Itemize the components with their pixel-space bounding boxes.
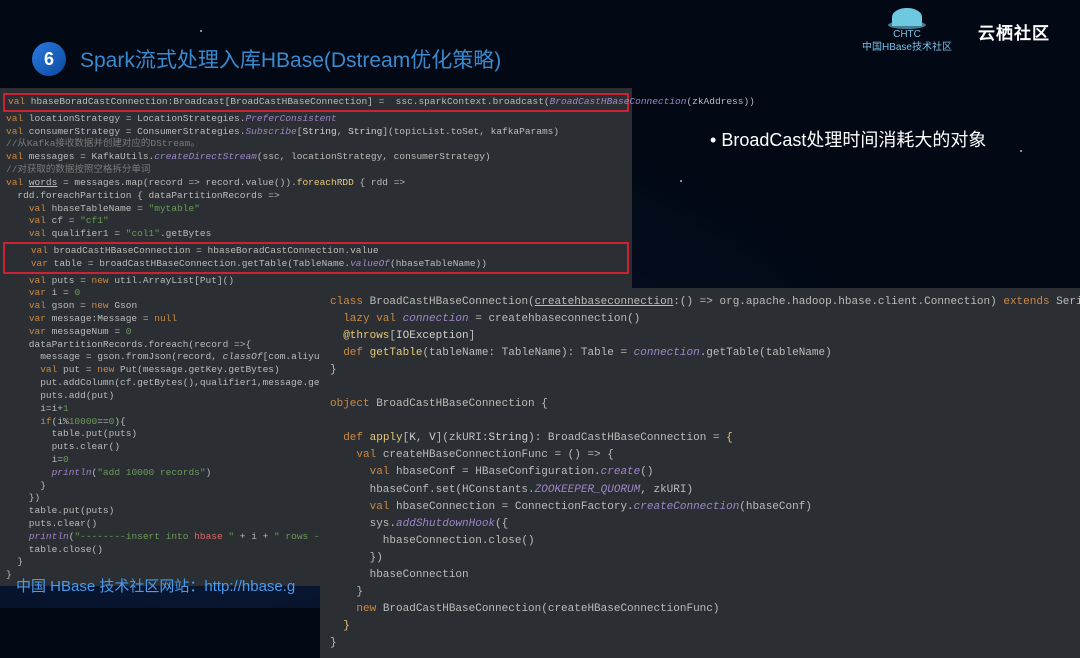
slide-heading: 6 Spark流式处理入库HBase(Dstream优化策略) <box>32 42 501 76</box>
highlight-box-1: val hbaseBoradCastConnection:Broadcast[B… <box>3 93 629 112</box>
code-block-right: class BroadCastHBaseConnection(createhba… <box>320 288 1080 658</box>
footer-link: 中国 HBase 技术社区网站：http://hbase.g <box>16 575 295 596</box>
slide-number-badge: 6 <box>32 42 66 76</box>
bullet-text: BroadCast处理时间消耗大的对象 <box>710 126 986 152</box>
highlight-box-2: val broadCastHBaseConnection = hbaseBora… <box>3 242 629 274</box>
top-bar: CHTC 中国HBase技术社区 云栖社区 <box>862 8 1050 54</box>
brand-top: CHTC <box>862 28 952 41</box>
whale-icon <box>892 8 922 26</box>
slide-title: Spark流式处理入库HBase(Dstream优化策略) <box>80 44 501 74</box>
community-logo: 云栖社区 <box>978 19 1050 44</box>
brand-chtc: CHTC 中国HBase技术社区 <box>862 8 952 54</box>
brand-sub: 中国HBase技术社区 <box>862 41 952 54</box>
